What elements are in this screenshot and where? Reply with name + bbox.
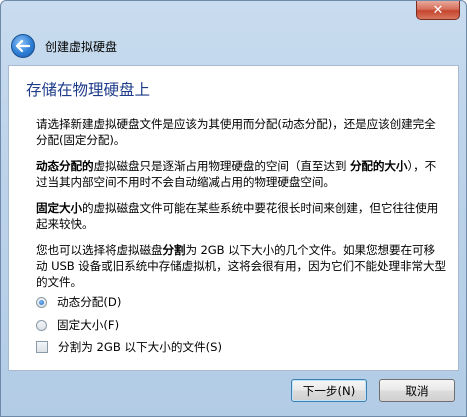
dynamic-description: 动态分配的虚拟磁盘只是逐渐占用物理硬盘的空间（直至达到 分配的大小），不过当其内… xyxy=(36,158,446,190)
fixed-radio-option[interactable]: 固定大小(F) xyxy=(36,317,119,333)
wizard-page: 存储在物理硬盘上 请选择新建虚拟硬盘文件是应该为其使用而分配(动态分配)，还是应… xyxy=(8,65,459,371)
dynamic-term: 动态分配的 xyxy=(36,159,94,173)
intro-text: 请选择新建虚拟硬盘文件是应该为其使用而分配(动态分配)，还是应该创建完全分配(固… xyxy=(36,117,436,147)
dynamic-text-1: 虚拟磁盘只是逐渐占用物理硬盘的空间（直至达到 xyxy=(93,159,350,173)
back-arrow-icon xyxy=(16,40,30,52)
split-description: 您也可以选择将虚拟磁盘分割为 2GB 以下大小的几个文件。如果您想要在可移动 U… xyxy=(36,242,446,290)
split-checkbox-option[interactable]: 分割为 2GB 以下大小的文件(S) xyxy=(36,339,222,355)
dynamic-radio[interactable] xyxy=(36,296,47,308)
next-button[interactable]: 下一步(N) xyxy=(291,379,367,402)
dynamic-radio-label: 动态分配(D) xyxy=(57,295,122,309)
split-checkbox-label: 分割为 2GB 以下大小的文件(S) xyxy=(58,340,223,354)
split-checkbox[interactable] xyxy=(36,341,48,353)
dynamic-radio-option[interactable]: 动态分配(D) xyxy=(36,294,121,310)
fixed-term: 固定大小 xyxy=(36,201,82,215)
title-bar: ✕ xyxy=(1,1,466,27)
fixed-text: 的虚拟磁盘文件可能在某些系统中要花很长时间来创建，但它往往使用起来较快。 xyxy=(36,201,439,231)
allocated-size-term: 分配的大小 xyxy=(349,159,408,173)
split-text-1: 您也可以选择将虚拟磁盘 xyxy=(36,243,163,257)
fixed-radio[interactable] xyxy=(36,319,47,331)
fixed-radio-label: 固定大小(F) xyxy=(57,318,120,332)
dialog-window: ✕ 创建虚拟硬盘 存储在物理硬盘上 请选择新建虚拟硬盘文件是应该为其使用而分配(… xyxy=(0,0,467,417)
split-term: 分割 xyxy=(162,243,186,257)
back-button[interactable] xyxy=(11,34,35,58)
wizard-title: 创建虚拟硬盘 xyxy=(45,40,118,54)
cancel-button[interactable]: 取消 xyxy=(379,379,455,402)
intro-paragraph: 请选择新建虚拟硬盘文件是应该为其使用而分配(动态分配)，还是应该创建完全分配(固… xyxy=(36,116,446,148)
close-icon: ✕ xyxy=(432,2,444,18)
close-button[interactable]: ✕ xyxy=(416,1,460,20)
fixed-description: 固定大小的虚拟磁盘文件可能在某些系统中要花很长时间来创建，但它往往使用起来较快。 xyxy=(36,200,446,232)
page-heading: 存储在物理硬盘上 xyxy=(26,81,151,99)
wizard-nav-bar: 创建虚拟硬盘 xyxy=(5,28,462,64)
